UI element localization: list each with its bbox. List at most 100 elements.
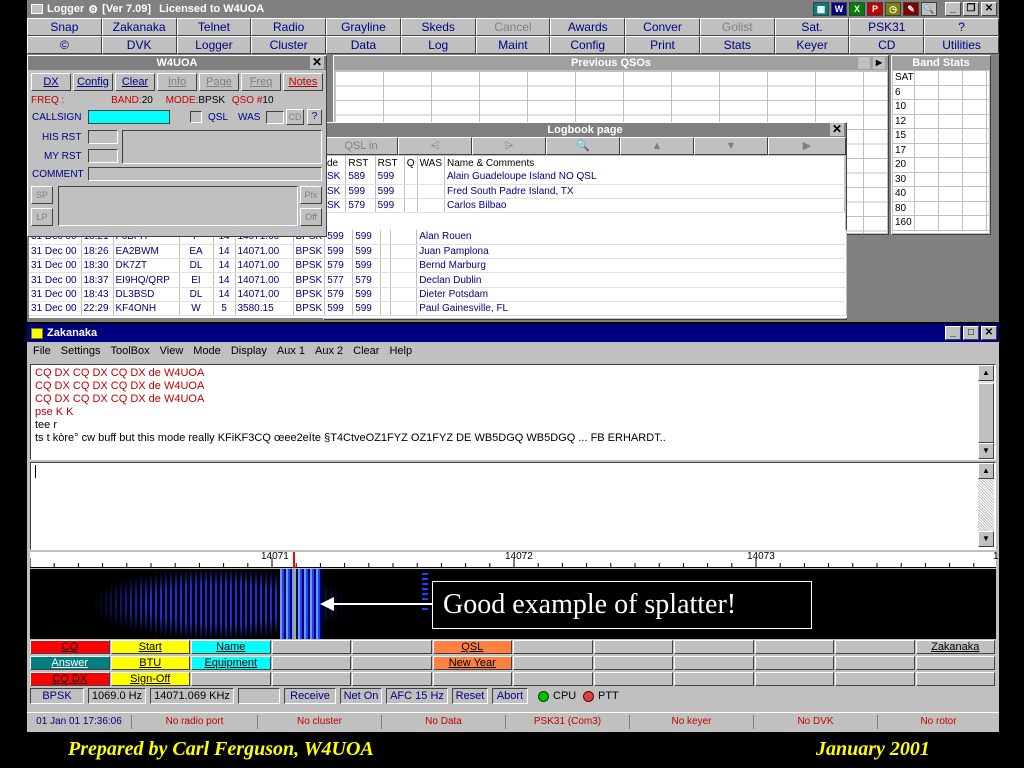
- was-field[interactable]: [266, 111, 284, 124]
- table-row[interactable]: SK 599 599 Fred South Padre Island, TX: [325, 184, 845, 200]
- macro-start-button[interactable]: Start: [110, 640, 190, 654]
- macro-empty-button[interactable]: [674, 640, 754, 654]
- macro-empty-button[interactable]: [754, 656, 834, 670]
- menu-radio-button[interactable]: Radio: [251, 18, 327, 36]
- settings-icon[interactable]: ⚙: [88, 3, 98, 16]
- logbook-col-rst[interactable]: RST: [345, 156, 376, 170]
- close-icon[interactable]: ✕: [981, 2, 997, 16]
- macro-empty-button[interactable]: [674, 656, 754, 670]
- zakanaka-close-icon[interactable]: ✕: [981, 326, 997, 340]
- logbook-col-was[interactable]: WAS: [417, 156, 446, 170]
- logbook-col-rst[interactable]: RST: [375, 156, 405, 170]
- powerpoint-icon[interactable]: P: [867, 2, 883, 16]
- menu-grayline-button[interactable]: Grayline: [326, 18, 401, 36]
- scroll-down-icon[interactable]: ▼: [978, 443, 994, 459]
- net-on-button[interactable]: Net On: [340, 688, 382, 704]
- logbook-col-name-comments[interactable]: Name & Comments: [444, 156, 845, 170]
- menu-print-button[interactable]: Print: [625, 36, 700, 54]
- menu-clear[interactable]: Clear: [353, 342, 379, 360]
- scroll-up-icon[interactable]: ▲: [978, 365, 994, 381]
- macro-empty-button[interactable]: [915, 656, 995, 670]
- lp-button[interactable]: LP: [31, 208, 53, 226]
- menu-cancel-button[interactable]: Cancel: [475, 18, 551, 36]
- pfx-button[interactable]: Pfx: [300, 186, 322, 204]
- reset-button[interactable]: Reset: [452, 688, 488, 704]
- receive-scrollbar[interactable]: ▲ ▼: [978, 365, 994, 459]
- access-icon[interactable]: ✎: [903, 2, 919, 16]
- forward-icon[interactable]: ▶: [768, 137, 846, 155]
- menu-utilities-button[interactable]: Utilities: [924, 36, 999, 54]
- menu-telnet-button[interactable]: Telnet: [176, 18, 252, 36]
- menu-aux-1[interactable]: Aux 1: [277, 342, 305, 360]
- menu-golist-button[interactable]: Golist: [699, 18, 775, 36]
- logbook-col-de[interactable]: de: [325, 156, 347, 170]
- clock-icon[interactable]: ◷: [885, 2, 901, 16]
- macro-empty-button[interactable]: [754, 672, 834, 686]
- menu-blank-button[interactable]: ©: [27, 36, 102, 54]
- menu-conver-button[interactable]: Conver: [625, 18, 700, 36]
- notes-button[interactable]: Notes: [283, 73, 323, 91]
- excel-icon[interactable]: X: [849, 2, 865, 16]
- minimize-icon[interactable]: _: [945, 2, 961, 16]
- menu-data-button[interactable]: Data: [326, 36, 401, 54]
- info-button[interactable]: Info: [157, 73, 197, 91]
- menu-stats-button[interactable]: Stats: [699, 36, 775, 54]
- panel-scroll-right-icon[interactable]: ▶: [873, 57, 885, 69]
- zakanaka-maximize-icon[interactable]: □: [963, 326, 979, 340]
- menu-config-button[interactable]: Config: [550, 36, 626, 54]
- menu-zakanaka-button[interactable]: Zakanaka: [101, 18, 177, 36]
- prev-page-icon[interactable]: ▲: [620, 137, 694, 155]
- dx-button[interactable]: DX: [31, 73, 71, 91]
- macro-zakanaka-button[interactable]: Zakanaka: [915, 640, 995, 654]
- clear-button[interactable]: Clear: [115, 73, 155, 91]
- comment-input[interactable]: [88, 167, 322, 181]
- table-row[interactable]: 31 Dec 00 18:26 EA2BWM EA 14 14071.00 BPSK 599 5…: [29, 244, 847, 260]
- menu-maint-button[interactable]: Maint: [475, 36, 551, 54]
- macro-empty-button[interactable]: [271, 640, 351, 654]
- menu-snap-button[interactable]: Snap: [27, 18, 102, 36]
- macro-empty-button[interactable]: [191, 672, 271, 686]
- explorer-icon[interactable]: 🔍: [921, 2, 937, 16]
- macro-new-year-button[interactable]: New Year: [432, 656, 512, 670]
- menu-psk31-button[interactable]: PSK31: [849, 18, 925, 36]
- macro-name-button[interactable]: Name: [191, 640, 271, 654]
- menu-awards-button[interactable]: Awards: [550, 18, 626, 36]
- config-button[interactable]: Config: [73, 73, 113, 91]
- menu-view[interactable]: View: [160, 342, 184, 360]
- waterfall-display[interactable]: Good example of splatter!: [30, 569, 996, 639]
- menu-log-button[interactable]: Log: [400, 36, 476, 54]
- table-row[interactable]: SK 579 599 Carlos Bilbao: [325, 198, 845, 214]
- table-row[interactable]: 31 Dec 00 22:29 KF4ONH W 5 3580.15 BPSK 599 599 P…: [29, 301, 847, 317]
- macro-empty-button[interactable]: [352, 640, 432, 654]
- receive-button[interactable]: Receive: [284, 688, 336, 704]
- afc-button[interactable]: AFC 15 Hz: [386, 688, 448, 704]
- transmit-scrollbar[interactable]: ▲ ▼: [978, 463, 994, 547]
- last-page-icon[interactable]: ⩥: [472, 137, 546, 155]
- macro-cq-button[interactable]: CQ: [30, 640, 110, 654]
- qsl-checkbox[interactable]: [190, 111, 202, 123]
- macro-empty-button[interactable]: [271, 656, 351, 670]
- mode-status[interactable]: BPSK: [30, 688, 84, 704]
- menu-keyer-button[interactable]: Keyer: [774, 36, 850, 54]
- off-button[interactable]: Off: [300, 208, 322, 226]
- menu-file[interactable]: File: [33, 342, 51, 360]
- macro-empty-button[interactable]: [593, 672, 673, 686]
- table-row[interactable]: 31 Dec 00 18:37 EI9HQ/QRP EI 14 14071.00 BPSK 5…: [29, 272, 847, 288]
- macro-answer-button[interactable]: Answer: [30, 656, 110, 670]
- restore-icon[interactable]: ❐: [963, 2, 979, 16]
- macro-empty-button[interactable]: [835, 656, 915, 670]
- zakanaka-minimize-icon[interactable]: _: [945, 326, 961, 340]
- menu-dvk-button[interactable]: DVK: [101, 36, 177, 54]
- menu-cd-button[interactable]: CD: [849, 36, 925, 54]
- macro-empty-button[interactable]: [593, 640, 673, 654]
- panel-scroll-left-icon[interactable]: [858, 57, 870, 69]
- menu-blank-button[interactable]: ?: [924, 18, 999, 36]
- qsl-in-button[interactable]: QSL in: [324, 137, 398, 155]
- macro-qsl-button[interactable]: QSL: [432, 640, 512, 654]
- search-icon[interactable]: 🔍: [546, 137, 620, 155]
- menu-skeds-button[interactable]: Skeds: [400, 18, 476, 36]
- macro-empty-button[interactable]: [593, 656, 673, 670]
- transmit-text-area[interactable]: ▲ ▼: [30, 462, 996, 550]
- menu-display[interactable]: Display: [231, 342, 267, 360]
- his-rst-input[interactable]: [88, 130, 118, 144]
